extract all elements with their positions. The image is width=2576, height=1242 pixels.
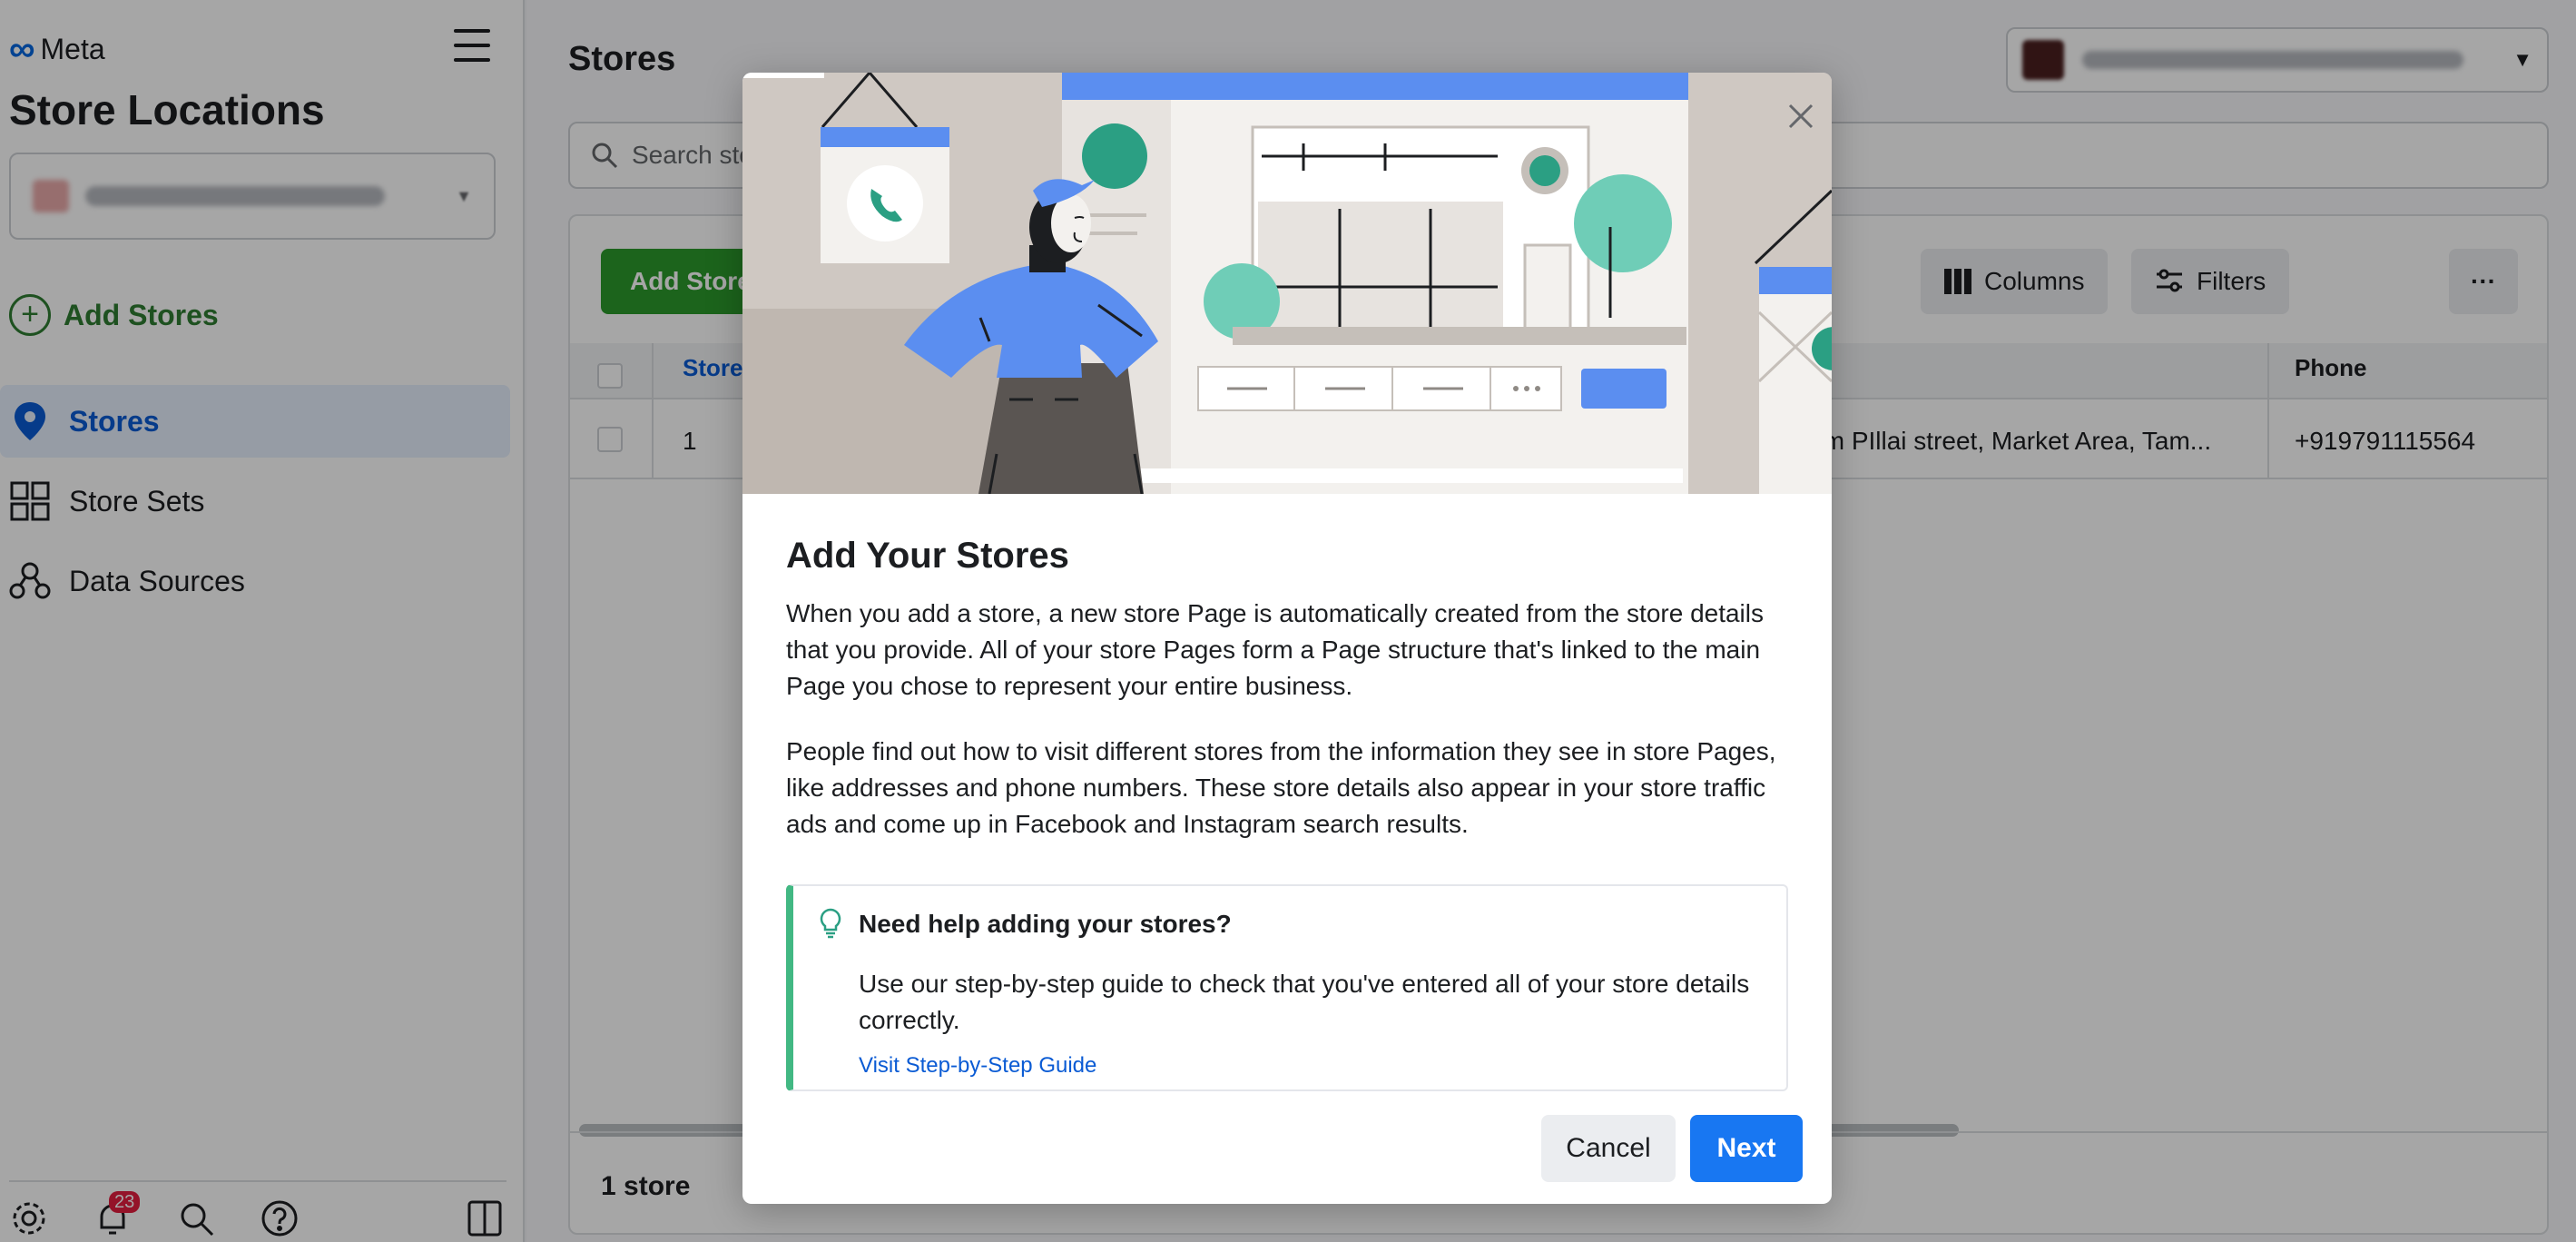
dialog-paragraph-2: People find out how to visit different s…: [786, 737, 1776, 838]
close-dialog-button[interactable]: [1777, 93, 1824, 140]
tip-title: Need help adding your stores?: [859, 910, 1232, 938]
next-button[interactable]: Next: [1690, 1115, 1803, 1182]
step-by-step-guide-link[interactable]: Visit Step-by-Step Guide: [859, 1053, 1096, 1079]
dialog-paragraph-1: When you add a store, a new store Page i…: [786, 599, 1765, 700]
close-icon: [1788, 104, 1814, 129]
add-stores-dialog: Add Your Stores When you add a store, a …: [742, 73, 1832, 1204]
tip-body: Use our step-by-step guide to check that…: [859, 970, 1750, 1034]
cancel-button[interactable]: Cancel: [1541, 1115, 1676, 1182]
stores-illustration: [742, 73, 1832, 494]
help-tip-box: Need help adding your stores? Use our st…: [786, 884, 1788, 1091]
dialog-title: Add Your Stores: [786, 536, 1069, 576]
lightbulb-icon: [820, 908, 841, 939]
